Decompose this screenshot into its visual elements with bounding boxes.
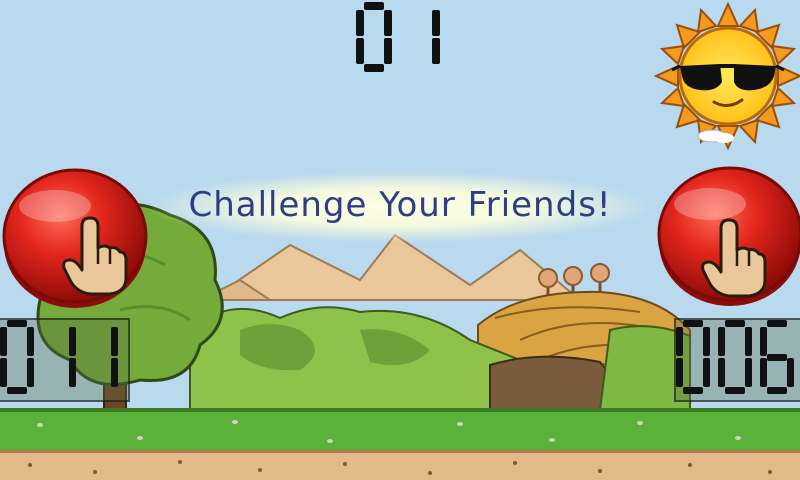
digit-segment xyxy=(676,327,683,356)
left-score-panel: 011 xyxy=(0,318,130,402)
digit-segment xyxy=(703,358,710,387)
right-tap-button[interactable] xyxy=(655,158,800,308)
digit-segment xyxy=(725,387,745,394)
seven-segment-digit xyxy=(404,2,440,72)
tagline: Challenge Your Friends! xyxy=(150,172,650,242)
digit-segment xyxy=(745,327,752,356)
digit-segment xyxy=(683,387,703,394)
digit-segment xyxy=(760,358,767,387)
digit-segment xyxy=(725,320,745,327)
digit-segment xyxy=(432,38,440,64)
digit-segment xyxy=(7,320,27,327)
digit-segment xyxy=(364,64,384,72)
seven-segment-digit xyxy=(676,320,710,394)
pointing-hand-icon xyxy=(62,216,128,296)
digit-segment xyxy=(111,327,118,356)
pointing-hand-icon xyxy=(701,218,767,298)
digit-segment xyxy=(432,10,440,36)
digit-segment xyxy=(27,327,34,356)
digit-segment xyxy=(69,358,76,387)
digit-segment xyxy=(0,327,7,356)
seven-segment-digit xyxy=(760,320,794,394)
digit-segment xyxy=(0,358,7,387)
digit-segment xyxy=(356,38,364,64)
digit-segment xyxy=(718,327,725,356)
left-tap-button[interactable] xyxy=(0,160,150,310)
digit-segment xyxy=(718,358,725,387)
digit-segment xyxy=(384,38,392,64)
seven-segment-digit xyxy=(718,320,752,394)
timer-display: 01 xyxy=(356,2,444,76)
seven-segment-digit xyxy=(42,320,76,394)
digit-segment xyxy=(745,358,752,387)
digit-segment xyxy=(7,387,27,394)
seven-segment-digit xyxy=(84,320,118,394)
grass-strip xyxy=(0,408,800,452)
digit-segment xyxy=(676,358,683,387)
sun-with-sunglasses-icon xyxy=(653,1,800,151)
digit-segment xyxy=(69,327,76,356)
dirt-path xyxy=(0,450,800,480)
digit-segment xyxy=(787,358,794,387)
digit-segment xyxy=(767,320,787,327)
digit-segment xyxy=(683,320,703,327)
digit-segment xyxy=(760,327,767,356)
digit-segment xyxy=(384,10,392,36)
digit-segment xyxy=(356,10,364,36)
digit-segment xyxy=(364,2,384,10)
digit-segment xyxy=(27,358,34,387)
seven-segment-digit xyxy=(356,2,392,72)
digit-segment xyxy=(767,387,787,394)
digit-segment xyxy=(703,327,710,356)
right-score-panel: 006 xyxy=(674,318,800,402)
game-stage: 01 Challenge Your Friends! 011 xyxy=(0,0,800,480)
seven-segment-digit xyxy=(0,320,34,394)
digit-segment xyxy=(111,358,118,387)
digit-segment xyxy=(767,353,787,361)
